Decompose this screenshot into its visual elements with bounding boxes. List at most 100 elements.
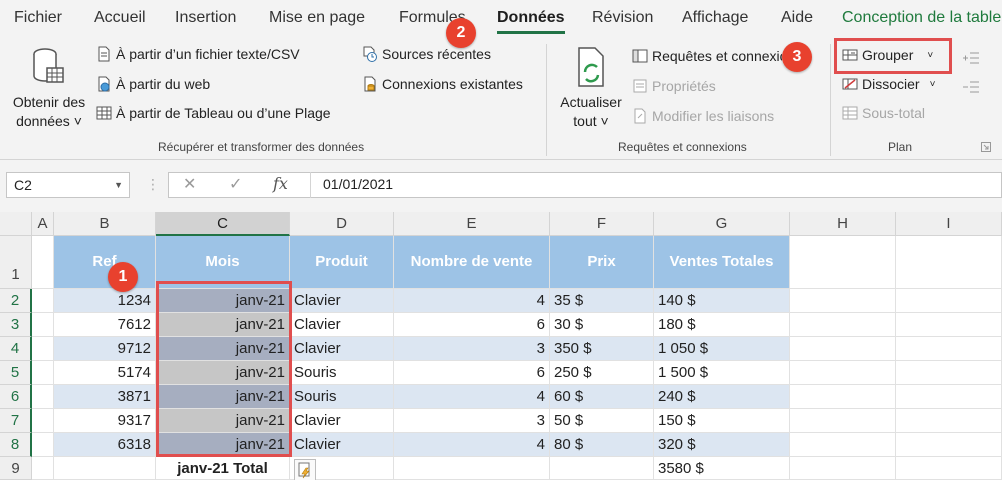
row-header-8[interactable]: 8 xyxy=(0,433,32,457)
table-cell[interactable]: Souris xyxy=(290,361,394,385)
row-header-5[interactable]: 5 xyxy=(0,361,32,385)
properties-button[interactable]: Propriétés xyxy=(632,78,716,94)
table-cell-empty[interactable] xyxy=(32,236,54,289)
column-header-e[interactable]: E xyxy=(394,212,550,236)
total-value-cell[interactable]: 3580 $ xyxy=(654,457,790,480)
existing-connections-button[interactable]: Connexions existantes xyxy=(362,76,523,92)
table-cell[interactable]: 4 xyxy=(394,289,550,313)
from-table-button[interactable]: À partir de Tableau ou d’une Plage xyxy=(96,105,331,121)
table-cell[interactable]: 1 050 $ xyxy=(654,337,790,361)
total-label-cell[interactable]: janv-21 Total xyxy=(156,457,290,480)
table-cell-empty[interactable] xyxy=(790,361,896,385)
table-cell-empty[interactable] xyxy=(790,433,896,457)
table-cell[interactable]: 1 500 $ xyxy=(654,361,790,385)
table-cell[interactable]: 9712 xyxy=(54,337,156,361)
table-cell-empty[interactable] xyxy=(32,289,54,313)
table-cell[interactable]: Clavier xyxy=(290,433,394,457)
table-cell[interactable]: 60 $ xyxy=(550,385,654,409)
subtotal-button[interactable]: Sous-total xyxy=(842,105,925,121)
table-cell-empty[interactable] xyxy=(896,361,1002,385)
table-cell-empty[interactable] xyxy=(896,289,1002,313)
row-header-6[interactable]: 6 xyxy=(0,385,32,409)
table-cell[interactable]: 6 xyxy=(394,361,550,385)
show-detail-icon[interactable] xyxy=(962,51,980,65)
queries-connections-button[interactable]: Requêtes et connexions xyxy=(632,48,782,64)
row-header-9[interactable]: 9 xyxy=(0,457,32,480)
table-cell[interactable]: 4 xyxy=(394,385,550,409)
column-header-f[interactable]: F xyxy=(550,212,654,236)
table-cell-empty[interactable] xyxy=(896,409,1002,433)
table-cell-empty[interactable] xyxy=(790,385,896,409)
quick-analysis-icon[interactable] xyxy=(294,459,316,480)
cancel-icon[interactable]: ✕ xyxy=(183,174,196,194)
table-cell[interactable]: Clavier xyxy=(290,289,394,313)
table-cell[interactable]: 80 $ xyxy=(550,433,654,457)
recent-sources-button[interactable]: Sources récentes xyxy=(362,46,491,62)
table-header-cell[interactable]: Prix xyxy=(550,236,654,289)
formula-value[interactable]: 01/01/2021 xyxy=(310,172,393,198)
chevron-down-icon[interactable]: ▼ xyxy=(114,173,123,197)
tab-revision[interactable]: Révision xyxy=(592,9,653,27)
table-cell[interactable]: janv-21 xyxy=(156,385,290,409)
table-cell[interactable]: janv-21 xyxy=(156,361,290,385)
formula-input-area[interactable] xyxy=(168,172,1002,198)
dialog-launcher-icon[interactable] xyxy=(981,142,991,152)
table-header-cell[interactable]: Produit xyxy=(290,236,394,289)
table-cell[interactable]: Clavier xyxy=(290,337,394,361)
table-cell[interactable]: 240 $ xyxy=(654,385,790,409)
select-all-corner[interactable] xyxy=(0,212,32,236)
row-header-3[interactable]: 3 xyxy=(0,313,32,337)
from-web-button[interactable]: À partir du web xyxy=(96,76,210,92)
table-header-cell[interactable]: Mois xyxy=(156,236,290,289)
table-cell-empty[interactable] xyxy=(896,457,1002,480)
table-cell[interactable]: 30 $ xyxy=(550,313,654,337)
tab-mise-en-page[interactable]: Mise en page xyxy=(269,9,365,27)
table-cell[interactable]: janv-21 xyxy=(156,337,290,361)
table-cell[interactable]: janv-21 xyxy=(156,313,290,337)
table-cell-empty[interactable] xyxy=(790,236,896,289)
table-cell[interactable]: 320 $ xyxy=(654,433,790,457)
edit-links-button[interactable]: Modifier les liaisons xyxy=(632,108,774,124)
table-cell-empty[interactable] xyxy=(790,457,896,480)
table-cell-empty[interactable] xyxy=(32,409,54,433)
column-header-g[interactable]: G xyxy=(654,212,790,236)
row-header-4[interactable]: 4 xyxy=(0,337,32,361)
name-box[interactable]: C2 ▼ xyxy=(6,172,130,198)
table-cell[interactable]: 250 $ xyxy=(550,361,654,385)
ungroup-button[interactable]: Dissocier ˅ xyxy=(842,76,935,92)
row-header-1[interactable]: 1 xyxy=(0,236,32,289)
column-header-i[interactable]: I xyxy=(896,212,1002,236)
column-header-a[interactable]: A xyxy=(32,212,54,236)
spreadsheet-grid[interactable]: A B C D E F G H I 1 2 3 4 5 6 7 8 9 Ref Mois Produit Nombre d… xyxy=(0,212,1002,480)
table-cell-empty[interactable] xyxy=(896,236,1002,289)
column-header-d[interactable]: D xyxy=(290,212,394,236)
group-button[interactable]: Grouper ˅ xyxy=(842,47,933,63)
table-cell-empty[interactable] xyxy=(394,457,550,480)
table-cell[interactable]: 50 $ xyxy=(550,409,654,433)
table-cell[interactable]: 1234 xyxy=(54,289,156,313)
table-cell[interactable]: janv-21 xyxy=(156,289,290,313)
tab-accueil[interactable]: Accueil xyxy=(94,9,146,27)
hide-detail-icon[interactable] xyxy=(962,80,980,94)
get-data-button[interactable]: Obtenir des données ˅ xyxy=(6,46,92,131)
table-cell-empty[interactable] xyxy=(54,457,156,480)
table-cell-empty[interactable] xyxy=(32,337,54,361)
insert-function-icon[interactable]: fx xyxy=(273,174,288,193)
table-cell[interactable]: 35 $ xyxy=(550,289,654,313)
table-cell-empty[interactable] xyxy=(896,385,1002,409)
column-header-h[interactable]: H xyxy=(790,212,896,236)
table-header-cell[interactable]: Ref xyxy=(54,236,156,289)
table-cell[interactable]: 5174 xyxy=(54,361,156,385)
table-cell[interactable]: Clavier xyxy=(290,313,394,337)
column-header-c[interactable]: C xyxy=(156,212,290,236)
refresh-all-button[interactable]: Actualiser tout ˅ xyxy=(556,46,626,131)
table-cell[interactable]: Souris xyxy=(290,385,394,409)
table-cell[interactable]: Clavier xyxy=(290,409,394,433)
tab-donnees[interactable]: Données xyxy=(497,9,565,34)
table-cell[interactable]: 9317 xyxy=(54,409,156,433)
table-cell-empty[interactable] xyxy=(790,313,896,337)
tab-affichage[interactable]: Affichage xyxy=(682,9,748,27)
table-cell-empty[interactable] xyxy=(896,313,1002,337)
column-header-b[interactable]: B xyxy=(54,212,156,236)
table-cell-empty[interactable] xyxy=(32,361,54,385)
